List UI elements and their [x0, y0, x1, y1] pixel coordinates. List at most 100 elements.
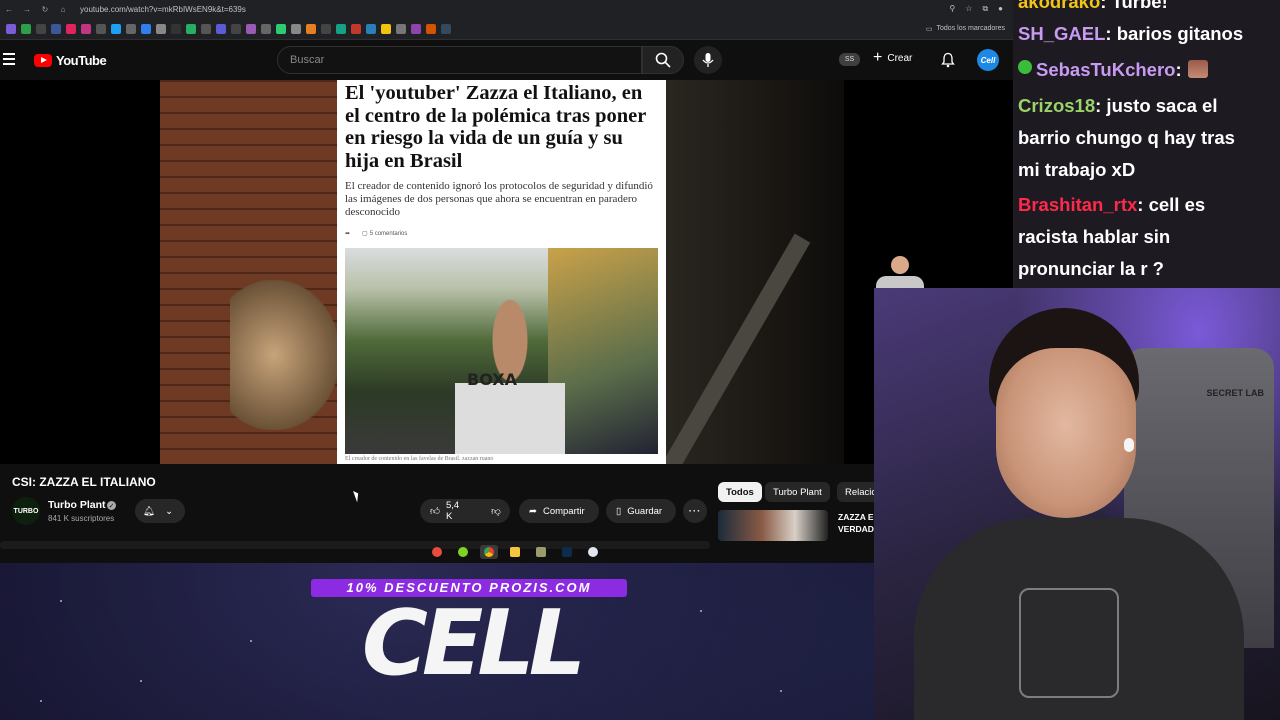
create-button[interactable]: + Crear: [873, 50, 912, 66]
chip-todos[interactable]: Todos: [718, 482, 762, 502]
bookmark-icon[interactable]: [336, 23, 346, 34]
shirt-print: BOXA: [467, 370, 517, 389]
bookmark-icon[interactable]: [66, 23, 76, 34]
bookmark-icon[interactable]: [366, 23, 376, 34]
voice-search-button[interactable]: [694, 46, 722, 74]
all-bookmarks-folder[interactable]: ▭ Todos los marcadores: [926, 25, 1005, 33]
profile-icon[interactable]: ●: [998, 4, 1003, 14]
earbud: [1124, 438, 1134, 452]
youtube-logo[interactable]: YouTube: [34, 53, 107, 68]
chat-message: barrio chungo q hay tras: [1018, 122, 1235, 154]
bookmark-icon[interactable]: [426, 23, 436, 34]
like-button[interactable]: 👍︎ 5,4 K: [420, 499, 469, 523]
bookmark-icon[interactable]: [141, 23, 151, 34]
bookmark-icon[interactable]: [246, 23, 256, 34]
chat-username: akodrako: [1018, 0, 1101, 12]
subscriber-badge-icon: [1018, 60, 1032, 74]
more-actions-button[interactable]: ···: [683, 499, 707, 523]
youtube-wordmark: YouTube: [56, 53, 107, 68]
more-dots-icon: ···: [688, 505, 702, 517]
chat-username: SH_GAEL: [1018, 23, 1106, 44]
bookmark-icon[interactable]: [156, 23, 166, 34]
recommendation-thumbnail[interactable]: [718, 510, 828, 541]
bookmark-icon[interactable]: [231, 23, 241, 34]
chat-text: pronunciar la r ?: [1018, 258, 1164, 279]
bookmark-icon[interactable]: [381, 23, 391, 34]
hamburger-menu-icon[interactable]: [3, 53, 15, 65]
bookmark-star-icon[interactable]: ☆: [965, 4, 972, 14]
forward-icon[interactable]: →: [18, 5, 36, 14]
video-title: CSI: ZAZZA EL ITALIANO: [12, 475, 156, 489]
save-button[interactable]: ▯ Guardar: [606, 499, 676, 523]
recommendation-title[interactable]: ZAZZA E VERDAD: [838, 511, 874, 535]
chat-username: Crizos18: [1018, 95, 1096, 116]
share-arrow-icon: ➦: [345, 231, 351, 238]
search-input[interactable]: Buscar: [277, 46, 642, 74]
taskbar-app-icon[interactable]: [428, 545, 446, 559]
chrome-icon[interactable]: [480, 545, 498, 559]
account-avatar[interactable]: Cell: [977, 49, 999, 71]
bookmark-icon[interactable]: [81, 23, 91, 34]
bookmark-icon[interactable]: [51, 23, 61, 34]
bookmark-icon[interactable]: [6, 23, 16, 34]
chat-message: akodrako: Turbe!: [1018, 0, 1168, 18]
like-count: 5,4 K: [445, 500, 460, 522]
bookmark-icon[interactable]: [96, 23, 106, 34]
bookmark-icon[interactable]: [21, 23, 31, 34]
taskbar-app-icon[interactable]: [454, 545, 472, 559]
taskbar-app-icon[interactable]: [584, 545, 602, 559]
ss-badge[interactable]: SS: [839, 53, 860, 66]
channel-name[interactable]: Turbo Plant: [48, 499, 106, 511]
photoshop-icon[interactable]: [558, 545, 576, 559]
extensions-icon[interactable]: ⧉: [982, 4, 988, 14]
bookmark-icon[interactable]: [216, 23, 226, 34]
bookmark-icon[interactable]: [111, 23, 121, 34]
subscriber-count: 841 K suscriptores: [48, 514, 115, 523]
bookmark-icon[interactable]: [291, 23, 301, 34]
subscription-notification-button[interactable]: 🔔︎ ⌄: [135, 499, 185, 523]
back-icon[interactable]: ←: [0, 5, 18, 14]
chip-turbo-plant[interactable]: Turbo Plant: [765, 482, 830, 502]
bookmark-icon[interactable]: [126, 23, 136, 34]
video-player[interactable]: El 'youtuber' Zazza el Italiano, en el c…: [0, 80, 1013, 464]
article-comments: 5 comentarios: [369, 230, 408, 237]
bookmark-icon[interactable]: [396, 23, 406, 34]
bookmark-icon[interactable]: [171, 23, 181, 34]
bookmark-icon[interactable]: [186, 23, 196, 34]
chat-message: SH_GAEL: barios gitanos: [1018, 18, 1243, 50]
recommendation-title-line: ZAZZA E: [838, 512, 874, 522]
bookmark-icon[interactable]: [411, 23, 421, 34]
chevron-down-icon: ⌄: [165, 505, 174, 517]
channel-avatar[interactable]: TURBO: [12, 497, 40, 525]
bookmark-icon: ▯: [616, 505, 622, 517]
notifications-bell-icon[interactable]: [940, 52, 956, 73]
emote-icon: [1187, 60, 1208, 78]
video-scene-brick-wall: [160, 80, 340, 464]
taskbar-app-icon[interactable]: [532, 545, 550, 559]
bookmark-icon[interactable]: [306, 23, 316, 34]
zoom-icon[interactable]: ⚲: [949, 4, 955, 14]
save-label: Guardar: [627, 505, 663, 517]
dislike-button[interactable]: 👎︎: [481, 499, 511, 523]
browser-window: ← → ↻ ⌂ youtube.com/watch?v=mkRbIWsEN9k&…: [0, 0, 1013, 563]
search-button[interactable]: [642, 46, 684, 74]
bookmark-icon[interactable]: [276, 23, 286, 34]
thumbs-up-icon: 👍︎: [430, 506, 440, 517]
chat-message: Brashitan_rtx: cell es: [1018, 189, 1205, 221]
url-field[interactable]: youtube.com/watch?v=mkRbIWsEN9k&t=639s: [80, 5, 246, 14]
verified-check-icon: ✓: [107, 501, 116, 510]
bookmark-icon[interactable]: [351, 23, 361, 34]
bookmark-icon[interactable]: [261, 23, 271, 34]
home-icon[interactable]: ⌂: [54, 5, 72, 14]
news-article: El 'youtuber' Zazza el Italiano, en el c…: [337, 80, 666, 464]
bookmark-icon[interactable]: [201, 23, 211, 34]
chip-relacionados[interactable]: Relacio: [837, 482, 879, 502]
bookmark-icon[interactable]: [36, 23, 46, 34]
chat-username: Brashitan_rtx: [1018, 194, 1138, 215]
bell-icon: 🔔︎: [143, 505, 156, 517]
folder-icon[interactable]: [506, 545, 524, 559]
bookmark-icon[interactable]: [441, 23, 451, 34]
reload-icon[interactable]: ↻: [36, 5, 54, 14]
share-button[interactable]: ➦ Compartir: [519, 499, 599, 523]
bookmark-icon[interactable]: [321, 23, 331, 34]
